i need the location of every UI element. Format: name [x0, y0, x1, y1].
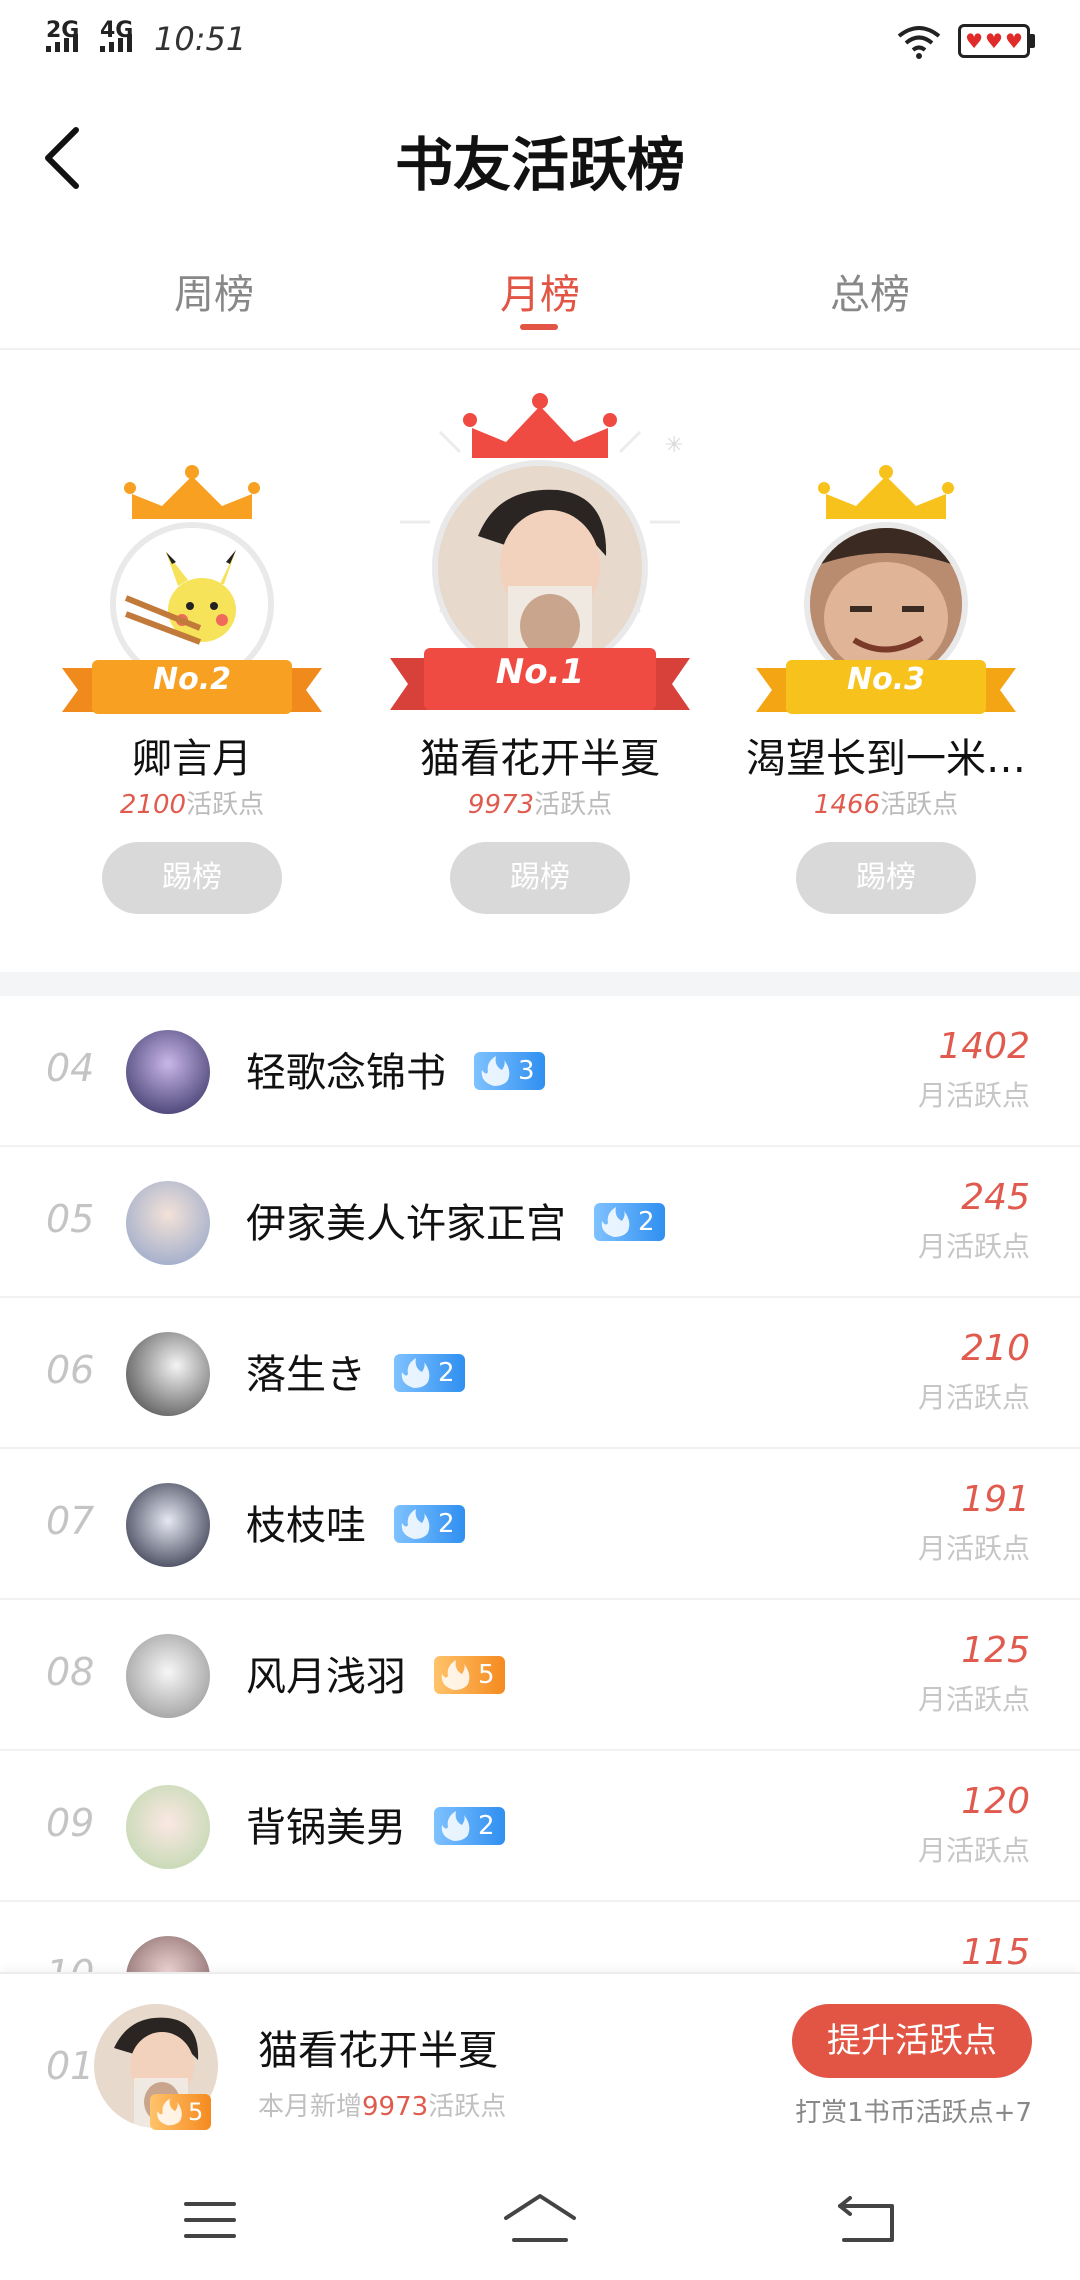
- crown-icon: [818, 465, 954, 519]
- battery-icon: ♥ ♥ ♥: [958, 24, 1030, 58]
- points-value: 191: [961, 1479, 1030, 1520]
- level-badge: 5: [150, 2094, 212, 2130]
- my-rank-bar: 01 5 猫看花开半夏 本月新增9973活跃点 提升活跃点 打赏1书币活跃点+7: [0, 1972, 1080, 2160]
- rank-number: 08: [46, 1650, 95, 1694]
- battery-tip: [1030, 34, 1035, 48]
- level-badge: 2: [394, 1354, 465, 1392]
- flame-icon: [481, 1056, 510, 1086]
- list-item-name: 伊家美人许家正宫 2: [246, 1191, 665, 1249]
- crown-icon: [124, 465, 260, 519]
- avatar[interactable]: [126, 1634, 210, 1718]
- podium-name[interactable]: 卿言月: [22, 726, 362, 784]
- status-bar: 2G 4G 10:51 ♥ ♥ ♥: [0, 0, 1080, 80]
- level-badge: 2: [434, 1807, 505, 1845]
- rank-label: No.2: [153, 662, 231, 697]
- back-nav-button[interactable]: [830, 2188, 910, 2252]
- list-item[interactable]: 05 伊家美人许家正宫 2 245 月活跃点: [0, 1147, 1080, 1298]
- level-badge: 5: [434, 1656, 505, 1694]
- points-label: 月活跃点: [917, 1079, 1030, 1112]
- podium-name[interactable]: 猫看花开半夏: [370, 726, 710, 784]
- flame-icon: [157, 2098, 182, 2126]
- flame-icon: [601, 1207, 630, 1237]
- svg-text:✳: ✳: [665, 433, 683, 458]
- page-title: 书友活跃榜: [394, 131, 685, 199]
- rank-number: 07: [46, 1499, 95, 1543]
- list-item-name: 轻歌念锦书 3: [246, 1040, 545, 1098]
- points-label: 月活跃点: [917, 1683, 1030, 1716]
- list-item[interactable]: 09 背锅美男 2 120 月活跃点: [0, 1751, 1080, 1902]
- points-label: 月活跃点: [917, 1532, 1030, 1565]
- flame-icon: [441, 1811, 470, 1841]
- podium-third: No.3 渴望长到一米… 1466活跃点 踢榜: [716, 352, 1056, 972]
- avatar[interactable]: [126, 1483, 210, 1567]
- boost-activity-button[interactable]: 提升活跃点: [792, 2004, 1032, 2078]
- list-item-name: 落生き 2: [246, 1342, 465, 1400]
- tab-total[interactable]: 总榜: [770, 262, 970, 320]
- rank-number: 06: [46, 1348, 95, 1392]
- menu-icon: [184, 2202, 236, 2238]
- points-value: 245: [961, 1177, 1030, 1218]
- avatar[interactable]: [126, 1785, 210, 1869]
- list-item-name: 风月浅羽 5: [246, 1644, 505, 1702]
- avatar[interactable]: [126, 1030, 210, 1114]
- tab-bar: 周榜 月榜 总榜: [0, 250, 1080, 350]
- list-item[interactable]: 04 轻歌念锦书 3 1402 月活跃点: [0, 996, 1080, 1147]
- level-badge: 2: [594, 1203, 665, 1241]
- reward-hint: 打赏1书币活跃点+7: [795, 2098, 1032, 2128]
- list-item[interactable]: 07 枝枝哇 2 191 月活跃点: [0, 1449, 1080, 1600]
- menu-button[interactable]: [170, 2188, 250, 2252]
- rank-label: No.3: [847, 662, 925, 697]
- tab-monthly[interactable]: 月榜: [440, 262, 640, 320]
- points-value: 115: [961, 1932, 1030, 1973]
- points-value: 210: [961, 1328, 1030, 1369]
- tab-active-indicator: [520, 324, 558, 330]
- crown-icon: [463, 393, 617, 458]
- my-name: 猫看花开半夏: [258, 2028, 498, 2074]
- kick-button[interactable]: 踢榜: [102, 842, 282, 914]
- podium-points: 2100活跃点: [119, 790, 265, 820]
- level-badge: 3: [474, 1052, 545, 1090]
- points-value: 125: [961, 1630, 1030, 1671]
- list-item[interactable]: 06 落生き 2 210 月活跃点: [0, 1298, 1080, 1449]
- points-value: 120: [961, 1781, 1030, 1822]
- rank-number: 04: [46, 1046, 95, 1090]
- podium-points: 1466活跃点: [813, 790, 959, 820]
- my-rank-number: 01: [46, 2044, 95, 2088]
- signal-bars-icon: [46, 34, 78, 52]
- home-button[interactable]: [500, 2188, 580, 2252]
- points-label: 月活跃点: [917, 1381, 1030, 1414]
- list-item-name: 枝枝哇 2: [246, 1493, 465, 1551]
- podium-name[interactable]: 渴望长到一米…: [716, 726, 1056, 784]
- signal-bars-icon: [100, 34, 132, 52]
- kick-button[interactable]: 踢榜: [796, 842, 976, 914]
- level-badge: 2: [394, 1505, 465, 1543]
- list-item[interactable]: 08 风月浅羽 5 125 月活跃点: [0, 1600, 1080, 1751]
- avatar[interactable]: [126, 1181, 210, 1265]
- rank-label: No.1: [495, 652, 585, 692]
- list-item-name: 背锅美男 2: [246, 1795, 505, 1853]
- podium: No.2 卿言月 2100活跃点 踢榜 ✳ No.1 猫看花开半夏 9973活跃…: [0, 352, 1080, 972]
- my-monthly-gain: 本月新增9973活跃点: [258, 2092, 507, 2122]
- rank-number: 05: [46, 1197, 95, 1241]
- points-label: 月活跃点: [917, 1834, 1030, 1867]
- tab-weekly[interactable]: 周榜: [114, 262, 314, 320]
- podium-points: 9973活跃点: [467, 790, 613, 820]
- avatar[interactable]: [126, 1332, 210, 1416]
- wifi-icon: [897, 26, 941, 59]
- flame-icon: [441, 1660, 470, 1690]
- podium-second: No.2 卿言月 2100活跃点 踢榜: [22, 352, 362, 972]
- kick-button[interactable]: 踢榜: [450, 842, 630, 914]
- home-icon: [504, 2194, 576, 2242]
- rank-number: 09: [46, 1801, 95, 1845]
- points-label: 月活跃点: [917, 1230, 1030, 1263]
- points-value: 1402: [938, 1026, 1030, 1067]
- return-icon: [838, 2196, 894, 2242]
- section-divider: [0, 972, 1080, 996]
- flame-icon: [401, 1509, 430, 1539]
- podium-first: ✳ No.1 猫看花开半夏 9973活跃点 踢榜: [370, 352, 710, 972]
- clock: 10:51: [154, 20, 247, 58]
- flame-icon: [401, 1358, 430, 1388]
- system-nav-bar: [0, 2160, 1080, 2280]
